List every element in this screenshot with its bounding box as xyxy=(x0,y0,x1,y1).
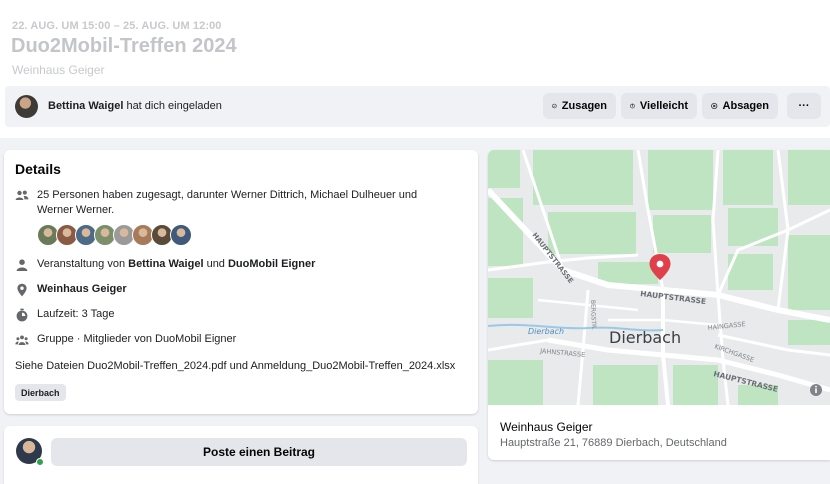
map-place-name[interactable]: Weinhaus Geiger xyxy=(500,420,593,434)
going-button[interactable]: Zusagen xyxy=(543,93,616,119)
map-info-icon[interactable] xyxy=(810,384,822,396)
attendance-text: 25 Personen haben zugesagt, darunter Wer… xyxy=(37,189,418,216)
map-card: HAUPTSTRASSE HAUPTSTRASSE HAUPTSTRASSE J… xyxy=(488,150,830,460)
label-creek: Dierbach xyxy=(528,327,564,336)
group-icon xyxy=(15,335,29,345)
event-venue[interactable]: Weinhaus Geiger xyxy=(12,63,105,77)
details-card: Details 25 Personen haben zugesagt, daru… xyxy=(4,150,478,414)
question-circle-icon: ? xyxy=(630,103,635,109)
files-text: Siehe Dateien Duo2Mobil-Treffen_2024.pdf… xyxy=(15,360,456,372)
svg-text:?: ? xyxy=(632,104,634,108)
host-link-2[interactable]: DuoMobil Eigner xyxy=(228,258,315,270)
attendee-avatar[interactable] xyxy=(170,224,192,246)
online-status-icon xyxy=(36,458,44,466)
x-circle-icon xyxy=(711,102,718,110)
host-row: Veranstaltung von Bettina Waigel und Duo… xyxy=(15,258,315,272)
map-green-block xyxy=(533,150,633,205)
more-options-button[interactable]: ··· xyxy=(787,93,821,119)
inviter-avatar[interactable] xyxy=(15,95,38,118)
group-row: Gruppe · Mitglieder von DuoMobil Eigner xyxy=(15,333,236,347)
place-row: Weinhaus Geiger xyxy=(15,283,127,297)
maybe-label: Vielleicht xyxy=(639,100,688,112)
group-text[interactable]: Gruppe · Mitglieder von DuoMobil Eigner xyxy=(37,333,236,345)
label-town: Dierbach xyxy=(609,328,681,347)
maybe-button[interactable]: ? Vielleicht xyxy=(621,93,697,119)
person-icon xyxy=(16,259,28,271)
map-green-block xyxy=(788,150,830,205)
details-heading: Details xyxy=(15,161,61,177)
map-green-block xyxy=(548,212,636,254)
duration-text: Laufzeit: 3 Tage xyxy=(37,308,115,320)
inviter-name[interactable]: Bettina Waigel xyxy=(48,100,123,112)
map-green-block xyxy=(653,215,711,253)
map-green-block xyxy=(648,150,713,210)
map-green-block xyxy=(728,208,778,246)
map-green-block xyxy=(488,360,543,405)
label-street-berg: BERGSTR. xyxy=(589,300,597,330)
map-green-block xyxy=(593,365,658,405)
map-green-block xyxy=(488,150,520,188)
post-composer: Poste einen Beitrag xyxy=(4,426,478,484)
map-green-block xyxy=(673,365,718,405)
map-green-block xyxy=(788,235,830,310)
stopwatch-icon xyxy=(16,308,28,322)
map-address: Hauptstraße 21, 76889 Dierbach, Deutschl… xyxy=(500,437,727,449)
event-title: Duo2Mobil-Treffen 2024 xyxy=(11,35,237,57)
duration-row: Laufzeit: 3 Tage xyxy=(15,308,114,322)
invite-suffix: hat dich eingeladen xyxy=(123,100,222,112)
invite-text: Bettina Waigel hat dich eingeladen xyxy=(48,100,222,112)
host-link-1[interactable]: Bettina Waigel xyxy=(128,258,203,270)
host-text: Veranstaltung von Bettina Waigel und Duo… xyxy=(37,258,315,270)
host-join: und xyxy=(203,258,228,270)
going-label: Zusagen xyxy=(561,100,607,112)
map-green-block xyxy=(598,262,658,284)
map-green-block xyxy=(488,278,533,318)
location-map[interactable]: HAUPTSTRASSE HAUPTSTRASSE HAUPTSTRASSE J… xyxy=(488,150,830,405)
more-icon: ··· xyxy=(798,100,810,112)
place-link[interactable]: Weinhaus Geiger xyxy=(37,283,127,295)
map-green-block xyxy=(788,320,830,345)
event-date: 22. AUG. UM 15:00 – 25. AUG. UM 12:00 xyxy=(12,20,222,32)
attendee-avatars[interactable] xyxy=(37,224,192,246)
map-green-block xyxy=(723,150,773,205)
check-circle-icon xyxy=(552,103,557,109)
attendance-row: 25 Personen haben zugesagt, darunter Wer… xyxy=(15,188,455,218)
people-icon xyxy=(15,190,29,200)
event-header: 22. AUG. UM 15:00 – 25. AUG. UM 12:00 Du… xyxy=(0,0,830,138)
location-pin-icon xyxy=(17,283,27,297)
write-post-button[interactable]: Poste einen Beitrag xyxy=(51,438,467,466)
host-prefix: Veranstaltung von xyxy=(37,258,129,270)
decline-label: Absagen xyxy=(722,100,769,112)
location-tag[interactable]: Dierbach xyxy=(15,384,66,401)
decline-button[interactable]: Absagen xyxy=(702,93,778,119)
